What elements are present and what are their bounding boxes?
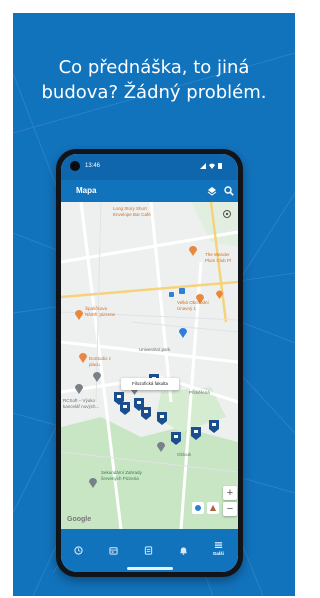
map-label-spoljordan: Špalíčkova Námě. pizzerie [85, 306, 116, 317]
map-label-oblouk: Oblouk [177, 452, 192, 457]
promo-headline: Co přednáška, to jiná budova? Žádný prob… [13, 55, 295, 105]
nav-item-documents[interactable] [131, 529, 166, 572]
map-label-reach: Přiměřená [189, 390, 210, 395]
map-label-univ: Univerzitní park [139, 347, 171, 352]
clock-icon [74, 546, 83, 555]
status-bar: 13:46 [61, 154, 238, 180]
menu-icon [214, 542, 223, 548]
zoom-in-button[interactable]: + [223, 486, 237, 500]
promo-line-1: Co přednáška, to jiná [58, 57, 250, 78]
nav-item-more[interactable]: Další [201, 527, 236, 570]
map-view[interactable]: Long Story Short Envelope Bar Café The Wa… [61, 202, 238, 529]
nav-item-more-label: Další [213, 551, 224, 556]
zoom-controls: + − [223, 486, 237, 516]
bottom-nav: Další [61, 529, 238, 572]
map-label-velka: Velká Obchodní Únavný 1 [177, 300, 209, 311]
zoom-out-button[interactable]: − [223, 502, 237, 516]
map-callout[interactable]: Filozofická fakulta [121, 378, 179, 390]
google-logo: Google [67, 516, 92, 523]
page-title: Mapa [76, 186, 97, 195]
bell-icon [179, 547, 188, 555]
status-time: 13:46 [85, 163, 101, 169]
map-label-hotel: The Wander Plum Club Pl [205, 252, 232, 263]
phone-frame: 13:46 Mapa Long Story Short Envelope Bar… [56, 149, 243, 577]
app-bar: Mapa [61, 180, 238, 202]
map-label-cafe: Long Story Short Envelope Bar Café [113, 206, 151, 217]
phone-screen: 13:46 Mapa Long Story Short Envelope Bar… [61, 154, 238, 572]
nav-item-timetable[interactable] [61, 529, 96, 572]
map-label-garden: Sekundární Zahrady červených Pizzeria [101, 470, 142, 481]
nav-item-notifications[interactable] [166, 529, 201, 572]
nav-item-calendar[interactable] [96, 529, 131, 572]
map-label-teatr: DoStudio z placu [89, 356, 112, 367]
front-camera [70, 161, 80, 171]
calendar-icon [109, 547, 118, 555]
search-icon[interactable] [222, 184, 236, 198]
map-label-marriott: RCSoft – Výuko kancelář nových... [63, 398, 100, 409]
status-icons [200, 162, 224, 171]
home-indicator[interactable] [127, 567, 173, 570]
layers-icon[interactable] [205, 184, 219, 198]
promo-line-2: budova? Žádný problém. [41, 82, 267, 103]
signal-icon [200, 163, 222, 169]
document-icon [144, 546, 153, 555]
